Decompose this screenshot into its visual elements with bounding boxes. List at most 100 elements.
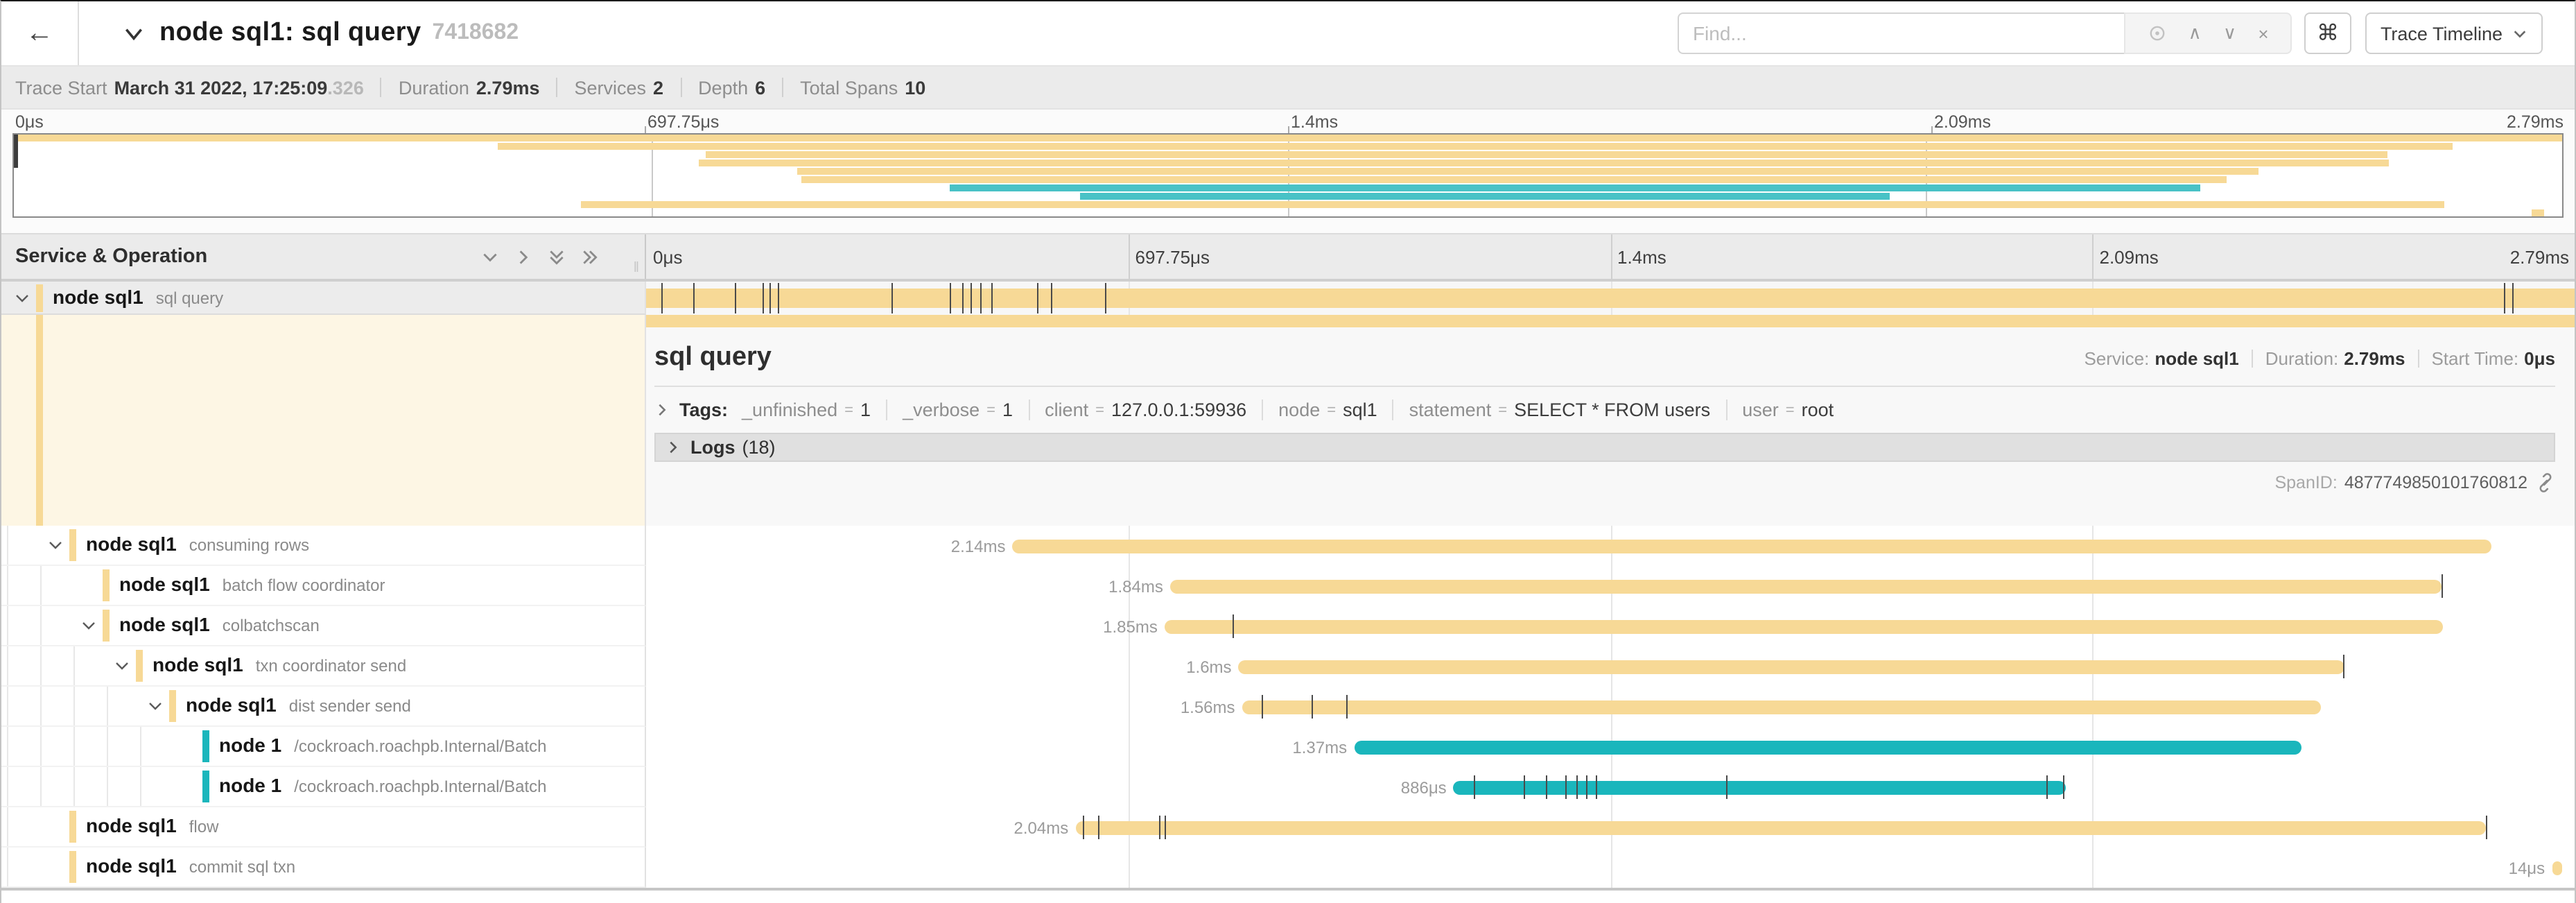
collapse-one-icon[interactable]	[481, 248, 499, 266]
span-row[interactable]: node sql1colbatchscan 1.85ms	[1, 606, 2575, 646]
axis-tick	[1288, 126, 1289, 133]
span-event-tick	[1596, 775, 1597, 799]
timeline-gridline	[2093, 767, 2094, 807]
tag-item: node=sql1	[1278, 399, 1377, 420]
span-row-sql-query[interactable]: node sql1sql query	[1, 282, 2575, 315]
indent-guide	[7, 848, 8, 886]
span-timeline-cell[interactable]: 14μs	[646, 848, 2575, 888]
indent-guide	[140, 767, 141, 806]
find-next-icon[interactable]: ∨	[2223, 22, 2236, 44]
span-tree-item[interactable]: node sql1flow	[1, 807, 646, 848]
span-row[interactable]: node sql1flow 2.04ms	[1, 807, 2575, 848]
collapse-all-icon[interactable]	[548, 248, 566, 266]
find-clear-icon[interactable]: ×	[2258, 23, 2268, 44]
span-event-tick	[2504, 283, 2505, 313]
span-bar[interactable]	[1012, 539, 2491, 553]
link-icon[interactable]	[2536, 473, 2555, 492]
span-row[interactable]: node 1/cockroach.roachpb.Internal/Batch 8…	[1, 767, 2575, 807]
minimap-drag-handle[interactable]	[14, 135, 18, 168]
service-name: node sql1	[53, 285, 143, 307]
operation-name: colbatchscan	[223, 616, 320, 635]
span-event-tick	[2062, 775, 2064, 799]
span-bar[interactable]	[1165, 619, 2444, 633]
span-event-tick	[736, 283, 737, 313]
span-duration-label: 2.14ms	[951, 536, 1006, 556]
timeline-gridline	[2093, 848, 2094, 888]
expand-chevron-icon[interactable]	[47, 537, 64, 553]
span-timeline-cell[interactable]: 886μs	[646, 767, 2575, 807]
expand-chevron-icon[interactable]	[80, 617, 97, 634]
span-timeline-cell[interactable]: 1.37ms	[646, 727, 2575, 767]
span-event-tick	[2046, 775, 2048, 799]
span-timeline-cell[interactable]: 1.85ms	[646, 606, 2575, 646]
span-duration-label: 886μs	[1401, 777, 1447, 797]
expand-chevron-icon[interactable]	[14, 289, 31, 306]
back-arrow-icon: ←	[26, 17, 53, 49]
expand-chevron-icon[interactable]	[114, 657, 130, 674]
logs-row[interactable]: Logs (18)	[654, 433, 2555, 462]
span-timeline-cell[interactable]	[646, 282, 2575, 315]
span-event-tick	[769, 283, 771, 313]
span-tree-item[interactable]: node sql1colbatchscan	[1, 606, 646, 646]
locate-icon[interactable]	[2147, 24, 2166, 43]
scroll-divider	[1, 888, 2575, 891]
collapse-trace-header-icon[interactable]	[122, 22, 146, 45]
span-row[interactable]: node 1/cockroach.roachpb.Internal/Batch1…	[1, 727, 2575, 767]
span-tree-item[interactable]: node sql1consuming rows	[1, 526, 646, 566]
column-resize-handle[interactable]: ‖	[634, 261, 641, 276]
tag-key: _verbose	[903, 399, 980, 420]
timeline-gridline	[1610, 848, 1612, 888]
span-tree-item[interactable]: node sql1sql query	[1, 282, 646, 315]
indent-guide	[7, 727, 8, 766]
trace-stat-value: 10	[905, 77, 925, 98]
span-bar[interactable]	[1075, 820, 2485, 834]
span-bar[interactable]	[1170, 579, 2442, 593]
span-duration-label: 2.04ms	[1014, 818, 1069, 837]
minimap-canvas[interactable]	[12, 133, 2564, 218]
span-bar[interactable]	[1242, 700, 2321, 714]
axis-label: 2.79ms	[2510, 234, 2575, 279]
expand-chevron-icon[interactable]	[147, 698, 164, 714]
tags-row[interactable]: Tags:_unfinished=1_verbose=1client=127.0…	[654, 399, 2555, 420]
span-row[interactable]: node sql1dist sender send1.56ms	[1, 687, 2575, 727]
span-tree-item[interactable]: node sql1dist sender send	[1, 687, 646, 727]
span-tree-item[interactable]: node 1/cockroach.roachpb.Internal/Batch	[1, 727, 646, 767]
span-timeline-cell[interactable]: 2.04ms	[646, 807, 2575, 848]
span-tree-item[interactable]: node sql1batch flow coordinator	[1, 566, 646, 606]
find-prev-icon[interactable]: ∧	[2188, 22, 2202, 44]
expand-all-icon[interactable]	[581, 248, 599, 266]
service-name: node sql1	[186, 694, 277, 716]
span-event-tick	[2343, 655, 2344, 678]
span-timeline-cell[interactable]: 1.56ms	[646, 687, 2575, 727]
span-timeline-cell[interactable]: 1.6ms	[646, 646, 2575, 687]
span-row[interactable]: node sql1batch flow coordinator1.84ms	[1, 566, 2575, 606]
span-bar[interactable]	[2552, 861, 2561, 875]
span-tree-item[interactable]: node sql1commit sql txn	[1, 848, 646, 888]
span-event-tick	[971, 283, 973, 313]
operation-name: txn coordinator send	[256, 656, 406, 676]
detail-meta-label: Service:	[2084, 348, 2149, 369]
detail-meta-label: Start Time:	[2431, 348, 2518, 369]
span-row[interactable]: node sql1consuming rows 2.14ms	[1, 526, 2575, 566]
span-tree-item[interactable]: node sql1txn coordinator send	[1, 646, 646, 687]
span-row[interactable]: node sql1txn coordinator send1.6ms	[1, 646, 2575, 687]
tag-key: statement	[1409, 399, 1492, 420]
span-timeline-cell[interactable]: 2.14ms	[646, 526, 2575, 566]
expand-one-icon[interactable]	[514, 248, 532, 266]
divider	[1028, 399, 1029, 420]
service-operation-header: Service & Operation ‖	[1, 234, 646, 279]
chevron-right-icon[interactable]	[654, 402, 670, 418]
keyboard-shortcuts-button[interactable]: ⌘	[2304, 12, 2351, 54]
trace-view-select[interactable]: Trace Timeline	[2365, 12, 2543, 54]
trace-stat-value: 2	[653, 77, 663, 98]
span-bar[interactable]	[646, 289, 2575, 308]
span-duration-label: 1.85ms	[1103, 617, 1158, 636]
span-tree-item[interactable]: node 1/cockroach.roachpb.Internal/Batch	[1, 767, 646, 807]
span-bar[interactable]	[1354, 740, 2301, 754]
span-row[interactable]: node sql1commit sql txn14μs	[1, 848, 2575, 888]
span-bar[interactable]	[1239, 660, 2344, 673]
span-name: node sql1sql query	[53, 285, 223, 310]
back-button[interactable]: ←	[1, 1, 79, 65]
find-input[interactable]	[1678, 12, 2124, 54]
span-timeline-cell[interactable]: 1.84ms	[646, 566, 2575, 606]
